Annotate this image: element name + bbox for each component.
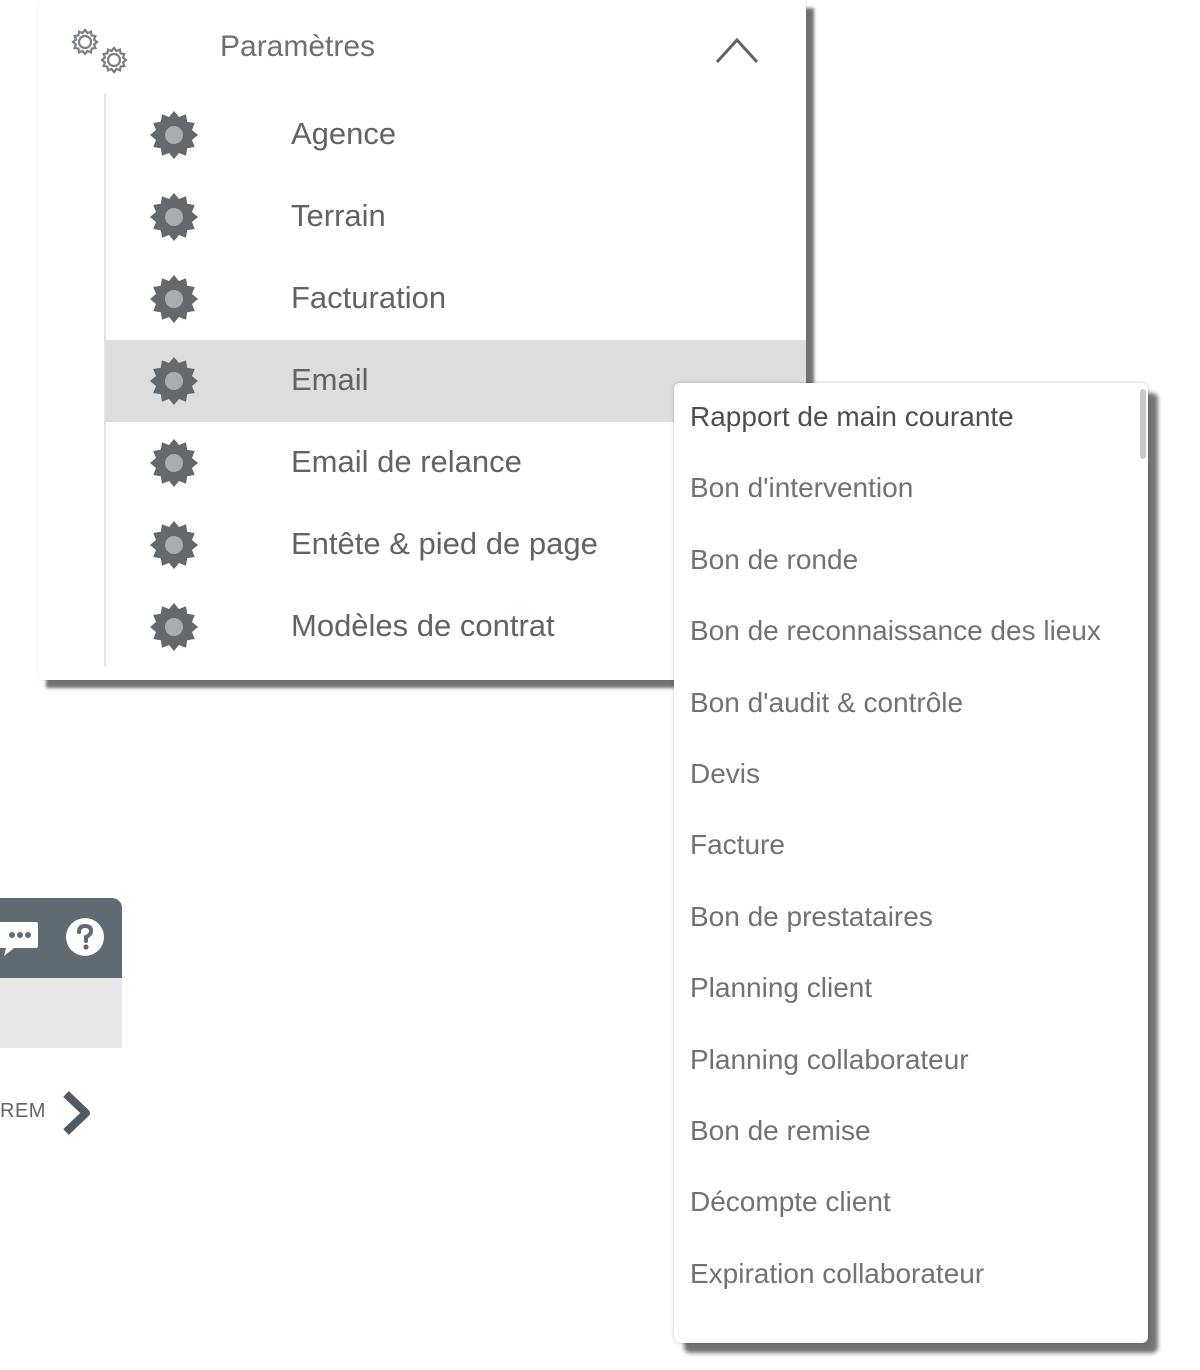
gear-icon bbox=[150, 521, 198, 569]
breadcrumb-label[interactable]: REM bbox=[0, 1100, 46, 1123]
settings-item[interactable]: Terrain bbox=[106, 176, 806, 258]
top-toolbar bbox=[0, 898, 122, 978]
settings-item-label: Modèles de contrat bbox=[291, 608, 555, 643]
settings-item[interactable]: Agence bbox=[106, 94, 806, 176]
dropdown-option[interactable]: Bon de remise bbox=[690, 1097, 1130, 1168]
dropdown-option[interactable]: Facture bbox=[690, 811, 1130, 882]
gear-icon bbox=[150, 357, 198, 405]
dropdown-option[interactable]: Rapport de main courante bbox=[690, 383, 1130, 454]
dropdown-option[interactable]: Planning client bbox=[690, 954, 1130, 1025]
sub-toolbar bbox=[0, 978, 122, 1048]
gear-icon bbox=[150, 439, 198, 487]
help-icon[interactable] bbox=[64, 916, 106, 958]
gear-icon bbox=[150, 603, 198, 651]
chat-icon[interactable] bbox=[0, 918, 46, 958]
dropdown-option[interactable]: Bon de ronde bbox=[690, 526, 1130, 597]
settings-header[interactable]: Paramètres bbox=[38, 0, 806, 98]
settings-title: Paramètres bbox=[220, 30, 376, 63]
email-dropdown: Rapport de main courante Bon d'interventi… bbox=[674, 383, 1148, 1343]
dropdown-option[interactable]: Bon de reconnaissance des lieux bbox=[690, 597, 1130, 668]
settings-item-label: Agence bbox=[291, 116, 397, 151]
dropdown-option[interactable]: Planning collaborateur bbox=[690, 1026, 1130, 1097]
dropdown-option[interactable]: Bon d'audit & contrôle bbox=[690, 669, 1130, 740]
dropdown-option[interactable]: Devis bbox=[690, 740, 1130, 811]
dropdown-option[interactable]: Bon de prestataires bbox=[690, 883, 1130, 954]
settings-item-label: Email bbox=[291, 362, 369, 397]
settings-item[interactable]: Facturation bbox=[106, 258, 806, 340]
gears-icon bbox=[71, 28, 128, 74]
gear-icon bbox=[150, 111, 198, 159]
gear-icon bbox=[150, 275, 198, 323]
email-dropdown-list: Rapport de main courante Bon d'interventi… bbox=[690, 383, 1130, 1311]
dropdown-option[interactable]: Décompte client bbox=[690, 1168, 1130, 1239]
dropdown-option[interactable]: Expiration collaborateur bbox=[690, 1240, 1130, 1311]
scrollbar[interactable] bbox=[1140, 389, 1146, 459]
chevron-up-icon[interactable] bbox=[714, 34, 760, 66]
settings-item-label: Terrain bbox=[291, 198, 386, 233]
dropdown-option[interactable]: Bon d'intervention bbox=[690, 454, 1130, 525]
settings-item-label: Facturation bbox=[291, 280, 447, 315]
chevron-right-icon[interactable] bbox=[60, 1090, 94, 1136]
settings-item-label: Email de relance bbox=[291, 444, 522, 479]
gear-icon bbox=[150, 193, 198, 241]
settings-item-label: Entête & pied de page bbox=[291, 526, 598, 561]
